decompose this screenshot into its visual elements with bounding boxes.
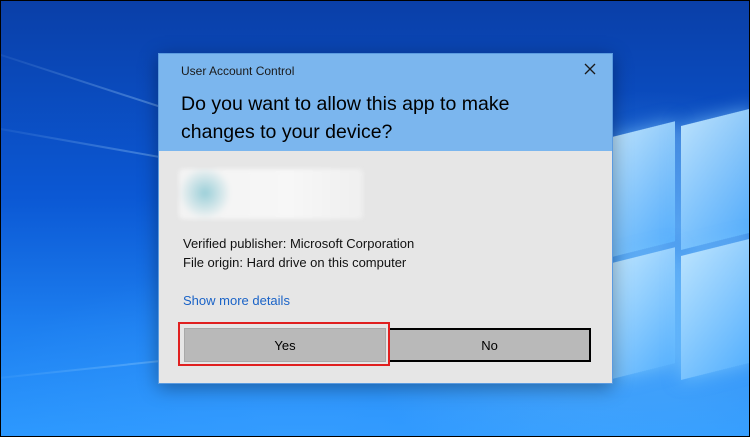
yes-button-label: Yes	[274, 337, 296, 353]
dialog-title: User Account Control	[181, 64, 295, 78]
file-origin-text: File origin: Hard drive on this computer	[183, 255, 407, 270]
uac-dialog: User Account Control Do you want to allo…	[158, 53, 613, 384]
desktop: User Account Control Do you want to allo…	[0, 0, 750, 437]
app-icon-blurred	[179, 169, 363, 219]
no-button-label: No	[481, 337, 498, 353]
windows-logo-pane	[681, 108, 749, 250]
yes-button[interactable]: Yes	[184, 328, 386, 362]
no-button[interactable]: No	[388, 328, 591, 362]
verified-publisher-text: Verified publisher: Microsoft Corporatio…	[183, 236, 415, 251]
show-more-details-link[interactable]: Show more details	[183, 293, 290, 308]
windows-logo-icon	[613, 108, 749, 391]
windows-logo-pane	[613, 121, 675, 257]
dialog-header: User Account Control Do you want to allo…	[159, 54, 612, 151]
windows-logo-pane	[681, 238, 749, 380]
dialog-question: Do you want to allow this app to make ch…	[181, 93, 510, 143]
close-icon	[584, 63, 596, 75]
close-button[interactable]	[582, 61, 598, 77]
windows-logo-pane	[613, 247, 675, 379]
